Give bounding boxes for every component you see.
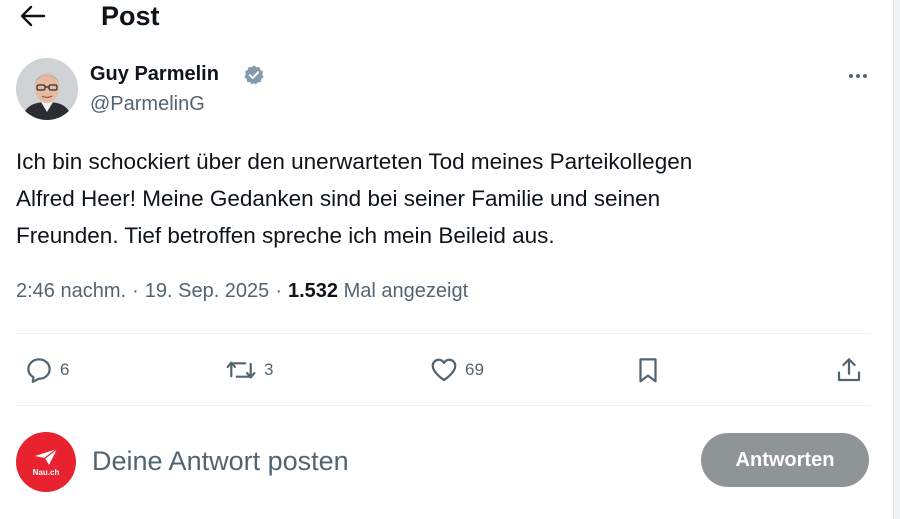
author-avatar-image [16,58,78,120]
user-avatar[interactable]: Nau.ch [16,432,76,492]
paper-plane-icon [35,448,58,465]
reply-submit-button[interactable]: Antworten [701,433,869,487]
user-avatar-logo-text: Nau.ch [32,468,60,477]
meta-separator: · [132,280,139,302]
page-title: Post [101,1,160,31]
divider [16,333,870,334]
share-button[interactable] [834,353,864,387]
bookmark-button[interactable] [633,353,663,387]
post-text: Ich bin schockiert über den unerwarteten… [16,143,866,254]
post-text-line: Ich bin schockiert über den unerwarteten… [16,149,693,174]
reply-button[interactable]: 6 [24,353,69,387]
reply-input[interactable] [92,438,652,484]
post-date[interactable]: 19. Sep. 2025 [145,280,270,302]
arrow-left-icon [20,5,46,27]
heart-icon [431,358,457,382]
more-dot [863,74,867,78]
post-text-line: Alfred Heer! Meine Gedanken sind bei sei… [16,186,661,211]
author-avatar[interactable] [16,58,78,120]
meta-separator: · [275,280,282,302]
post-header: Post [0,0,880,34]
like-button[interactable]: 69 [429,353,484,387]
more-dot [849,74,853,78]
repost-icon [226,361,256,379]
column-border [894,0,900,519]
reply-count: 6 [60,360,70,379]
views-count: 1.532 [287,280,339,302]
verified-badge-icon [244,65,264,85]
divider [16,405,870,406]
post-time[interactable]: 2:46 nachm. [16,280,126,302]
comment-icon [27,358,51,383]
back-button[interactable] [18,2,48,30]
views-label: Mal angezeigt [343,280,469,302]
repost-button[interactable]: 3 [224,353,273,387]
more-options-icon[interactable] [842,66,874,86]
repost-count: 3 [264,360,274,379]
post-text-line: Freunden. Tief betroffen spreche ich mei… [16,223,555,248]
author-name[interactable]: Guy Parmelin [90,62,219,86]
share-icon [837,358,861,382]
author-handle[interactable]: @ParmelinG [90,92,205,116]
more-dot [856,74,860,78]
bookmark-icon [639,358,657,383]
post-metadata: 2:46 nachm. · 19. Sep. 2025 · 1.532 Mal ange… [16,277,468,305]
like-count: 69 [465,360,484,379]
